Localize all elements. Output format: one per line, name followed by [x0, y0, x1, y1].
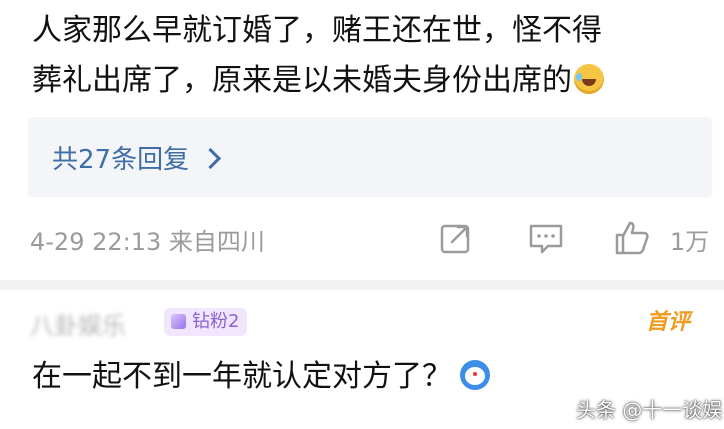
comment-line-1: 人家那么早就订婚了，赌王还在世，怪不得 [32, 13, 602, 48]
share-icon[interactable] [436, 218, 476, 258]
robot-cat-emoji-icon [460, 360, 490, 390]
like-count: 1万 [670, 228, 710, 256]
second-comment-body: 在一起不到一年就认定对方了？ [32, 359, 452, 394]
comment-icon[interactable] [526, 218, 566, 258]
timestamp-location: 4-29 22:13 来自四川 [30, 228, 265, 256]
fan-badge-label: 钻粉2 [192, 311, 240, 332]
fan-badge: 钻粉2 [164, 308, 248, 336]
username[interactable]: 八卦娱乐 [30, 306, 126, 341]
thumbs-up-icon[interactable] [612, 218, 652, 258]
diamond-icon [171, 314, 186, 329]
second-comment-header: 八卦娱乐 钻粉2 首评 [30, 306, 720, 340]
second-comment-text: 在一起不到一年就认定对方了？ [32, 352, 490, 402]
reply-thread-box[interactable]: 共27条回复 [28, 117, 712, 197]
view-replies-label: 共27条回复 [52, 145, 190, 175]
laughing-emoji-icon [574, 64, 604, 94]
section-divider [0, 280, 724, 290]
comment-line-2-text: 葬礼出席了，原来是以未婚夫身份出席的 [32, 63, 572, 98]
comment-line-2: 葬礼出席了，原来是以未婚夫身份出席的 [32, 56, 712, 106]
comment-meta-row: 4-29 22:13 来自四川 1万 [30, 218, 720, 262]
watermark: 头条 @十一谈娱 [576, 398, 723, 422]
chevron-right-icon [199, 147, 222, 170]
comment-text: 人家那么早就订婚了，赌王还在世，怪不得 葬礼出席了，原来是以未婚夫身份出席的 [32, 6, 712, 106]
view-replies-link[interactable]: 共27条回复 [52, 139, 222, 176]
first-comment-badge: 首评 [646, 310, 691, 335]
